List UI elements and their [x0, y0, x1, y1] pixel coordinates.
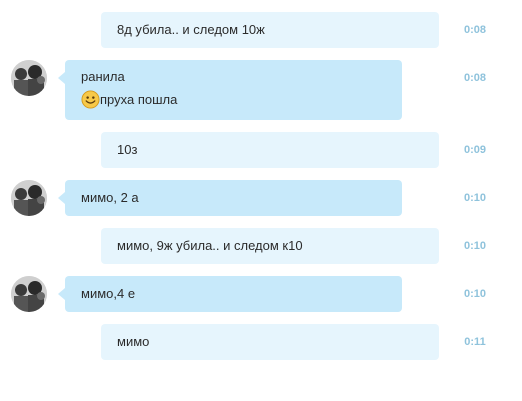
message-timestamp: 0:09 — [463, 144, 487, 156]
smiley-icon — [81, 90, 100, 109]
avatar-photo — [11, 60, 47, 96]
message-bubble-outgoing[interactable]: мимо, 9ж убила.. и следом к10 — [101, 228, 439, 264]
message-sender: ранила — [81, 69, 125, 84]
message-text: мимо,4 е — [81, 286, 136, 301]
message-timestamp: 0:10 — [463, 288, 487, 300]
message-timestamp: 0:08 — [463, 24, 487, 36]
contact-avatar[interactable] — [11, 276, 47, 312]
contact-avatar[interactable] — [11, 60, 47, 96]
message-row: 10з 0:09 — [0, 132, 522, 168]
message-row: мимо, 2 а 0:10 — [0, 180, 522, 216]
message-text: пруха пошла — [100, 91, 178, 107]
message-text: мимо, 9ж убила.. и следом к10 — [117, 238, 303, 253]
message-text: мимо, 2 а — [81, 190, 139, 205]
message-timestamp: 0:10 — [463, 240, 487, 252]
message-timestamp: 0:11 — [464, 336, 486, 348]
message-bubble-outgoing[interactable]: 10з — [101, 132, 439, 168]
message-text: 8д убила.. и следом 10ж — [117, 22, 265, 37]
message-row: мимо 0:11 — [0, 324, 522, 360]
avatar-photo — [11, 180, 47, 216]
message-row: 8д убила.. и следом 10ж 0:08 — [0, 12, 522, 48]
message-timestamp: 0:08 — [463, 72, 487, 84]
message-bubble-outgoing[interactable]: мимо — [101, 324, 439, 360]
message-text: 10з — [117, 142, 138, 157]
avatar-photo — [11, 276, 47, 312]
chat-history[interactable]: 8д убила.. и следом 10ж 0:08 ранила прух… — [0, 0, 522, 401]
message-text: мимо — [117, 334, 150, 349]
message-bubble-incoming[interactable]: мимо, 2 а — [58, 180, 402, 216]
contact-avatar[interactable] — [11, 180, 47, 216]
message-bubble-outgoing[interactable]: 8д убила.. и следом 10ж — [101, 12, 439, 48]
message-row: ранила пруха пошла 0:08 — [0, 60, 522, 120]
message-bubble-incoming[interactable]: мимо,4 е — [58, 276, 402, 312]
message-bubble-incoming[interactable]: ранила пруха пошла — [58, 60, 402, 120]
message-row: мимо, 9ж убила.. и следом к10 0:10 — [0, 228, 522, 264]
message-row: мимо,4 е 0:10 — [0, 276, 522, 312]
message-timestamp: 0:10 — [463, 192, 487, 204]
